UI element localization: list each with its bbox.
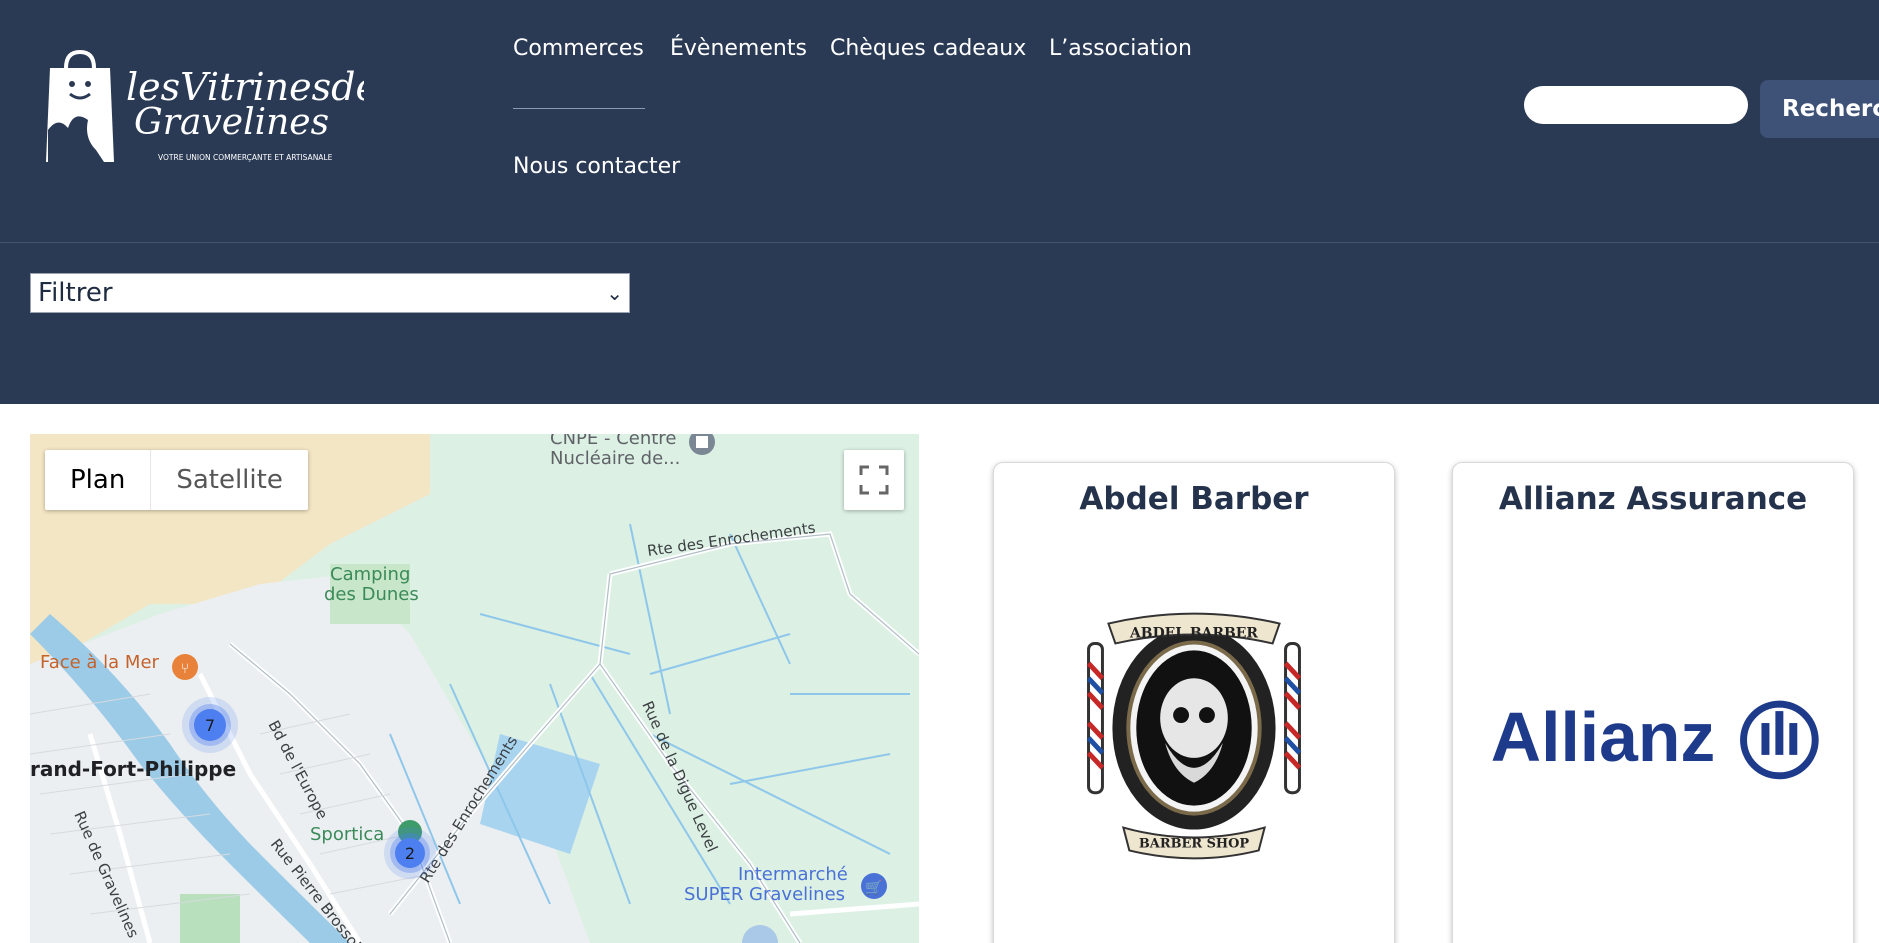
svg-text:⑂: ⑂ [181,661,189,677]
barber-logo-top-text: ABDEL BARBER [1129,625,1258,641]
restaurant-pin-icon[interactable]: ⑂ [172,654,198,680]
cluster-marker[interactable]: 2 [384,827,436,879]
building-pin-icon[interactable] [689,434,715,455]
shop-card-title[interactable]: Abdel Barber [994,481,1394,517]
fullscreen-button[interactable] [844,450,904,510]
bag-icon [46,50,114,162]
shop-card-title[interactable]: Allianz Assurance [1453,481,1853,517]
map-label-intermarche2: SUPER Gravelines [684,884,845,905]
cluster-marker[interactable]: 7 [182,697,238,753]
map-type-control: Plan Satellite [45,450,308,510]
nav-evenements[interactable]: Évènements [670,36,807,61]
map-label-camping2: des Dunes [324,584,419,605]
map-label-road-digue: Rue de la Digue Level [638,698,721,854]
map-label-centre: CNPE - Centre [550,434,676,449]
map-label-intermarche1: Intermarché [738,864,848,885]
search-button[interactable]: Recherch [1760,80,1879,138]
search-input[interactable] [1524,86,1748,124]
shop-card[interactable]: Allianz Assurance Allianz [1452,462,1854,943]
nav-contact[interactable]: Nous contacter [513,154,680,179]
map-label-camping1: Camping [330,564,410,585]
cluster-count: 7 [205,716,215,735]
nav-association[interactable]: L’association [1049,36,1192,61]
map-label-face-mer: Face à la Mer [40,652,160,673]
shop-card[interactable]: Abdel Barber ABDEL BARBER BARBER SHOP [993,462,1395,943]
allianz-logo-text: Allianz [1491,698,1715,776]
allianz-eagle-icon [1740,700,1819,780]
filter-selected-value: Filtrer [38,278,113,308]
site-header: lesVitrinesde Gravelines VOTRE UNION COM… [0,0,1879,404]
active-nav-underline [513,108,645,109]
map-canvas[interactable]: CNPE - Centre Nucléaire de... Camping de… [30,434,919,943]
barber-logo-bottom-text: BARBER SHOP [1139,836,1249,851]
map-type-satellite-button[interactable]: Satellite [151,450,308,510]
fullscreen-icon [859,465,889,495]
cart-pin-icon[interactable]: 🛒 [861,873,887,899]
svg-text:🛒: 🛒 [865,879,882,896]
map-label-grand-fort: rand-Fort-Philippe [30,757,236,781]
map-label-road-enroch-top: Rte des Enrochements [646,518,817,559]
map[interactable]: CNPE - Centre Nucléaire de... Camping de… [30,434,919,943]
map-label-centre2: Nucléaire de... [550,448,680,469]
map-label-sportica: Sportica [310,824,384,845]
logo-line2: Gravelines [134,102,329,143]
filter-select[interactable]: Filtrer ⌄ [30,273,630,313]
header-divider [0,242,1879,243]
allianz-logo: Allianz [1491,698,1819,780]
site-logo[interactable]: lesVitrinesde Gravelines VOTRE UNION COM… [44,50,364,170]
chevron-down-icon: ⌄ [606,281,623,305]
nav-commerces[interactable]: Commerces [513,36,644,61]
logo-tagline: VOTRE UNION COMMERÇANTE ET ARTISANALE [158,153,333,162]
map-type-plan-button[interactable]: Plan [45,450,152,510]
nav-cheques-cadeaux[interactable]: Chèques cadeaux [830,36,1026,61]
cluster-marker-partial[interactable] [742,925,778,943]
cluster-count: 2 [405,844,415,863]
page: lesVitrinesde Gravelines VOTRE UNION COM… [0,0,1879,943]
abdel-barber-logo: ABDEL BARBER BARBER SHOP [1086,612,1302,860]
